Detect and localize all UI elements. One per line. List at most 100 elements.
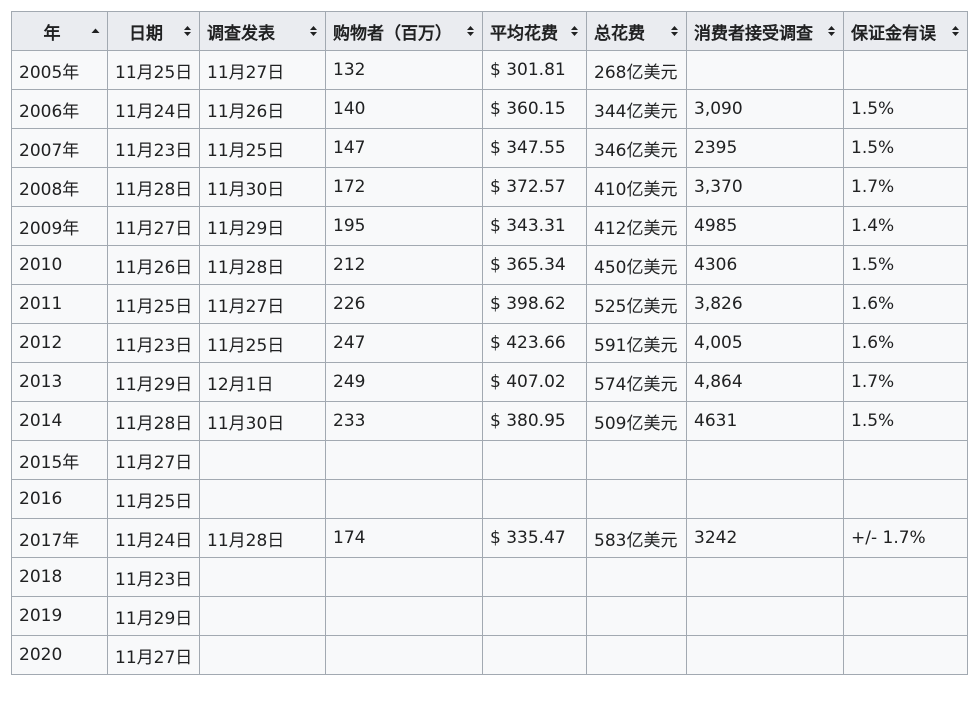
column-header-label: 平均花费 (490, 23, 558, 44)
cell-year: 2014 (11, 401, 108, 441)
cell-consumers-surveyed: 3,370 (686, 167, 844, 207)
cell-shoppers: 212 (325, 245, 483, 285)
sort-both-icon[interactable] (670, 24, 679, 38)
cell-margin-of-error: 1.6% (843, 323, 968, 363)
cell-shoppers: 174 (325, 518, 483, 558)
cell-year: 2017年 (11, 518, 108, 558)
cell-year: 2016 (11, 479, 108, 519)
cell-shoppers (325, 440, 483, 480)
cell-avg-spend: $ 398.62 (482, 284, 587, 324)
cell-margin-of-error (843, 635, 968, 675)
cell-year: 2007年 (11, 128, 108, 168)
cell-shoppers: 247 (325, 323, 483, 363)
table-row: 2017年 11月24日 11月28日 174 $ 335.47 583亿美元 3242 +/… (11, 518, 968, 558)
cell-consumers-surveyed (686, 440, 844, 480)
cell-total-spend: 344亿美元 (586, 89, 687, 129)
cell-total-spend: 410亿美元 (586, 167, 687, 207)
cell-date: 11月25日 (107, 50, 200, 90)
cell-date: 11月29日 (107, 362, 200, 402)
cell-avg-spend: $ 343.31 (482, 206, 587, 246)
sort-both-icon[interactable] (827, 24, 836, 38)
table-row: 2014 11月28日 11月30日 233 $ 380.95 509亿美元 4631 1.5… (11, 401, 968, 441)
sort-both-icon[interactable] (309, 24, 318, 38)
table-header-row: 年 日期 调查发表 购物者（百万） 平均花费 总花费 消费者接受调查 保证金有误 (11, 11, 968, 51)
cell-date: 11月27日 (107, 635, 200, 675)
cell-avg-spend: $ 335.47 (482, 518, 587, 558)
column-header-shoppers[interactable]: 购物者（百万） (325, 11, 483, 51)
cell-year: 2020 (11, 635, 108, 675)
cell-date: 11月24日 (107, 518, 200, 558)
cell-survey-published: 11月25日 (199, 323, 326, 363)
cell-avg-spend (482, 596, 587, 636)
cell-date: 11月23日 (107, 323, 200, 363)
column-header-total-spend[interactable]: 总花费 (586, 11, 687, 51)
column-header-consumers-surveyed[interactable]: 消费者接受调查 (686, 11, 844, 51)
column-header-margin-of-error[interactable]: 保证金有误 (843, 11, 968, 51)
cell-avg-spend (482, 479, 587, 519)
cell-shoppers (325, 596, 483, 636)
cell-consumers-surveyed: 3,090 (686, 89, 844, 129)
sort-both-icon[interactable] (183, 24, 192, 38)
cell-date: 11月28日 (107, 401, 200, 441)
cell-consumers-surveyed: 4631 (686, 401, 844, 441)
table-row: 2007年 11月23日 11月25日 147 $ 347.55 346亿美元 2395 1.… (11, 128, 968, 168)
cell-consumers-surveyed: 4,005 (686, 323, 844, 363)
cell-total-spend: 450亿美元 (586, 245, 687, 285)
cell-total-spend: 412亿美元 (586, 206, 687, 246)
cell-date: 11月23日 (107, 128, 200, 168)
cell-shoppers: 195 (325, 206, 483, 246)
cell-total-spend (586, 596, 687, 636)
cell-avg-spend: $ 380.95 (482, 401, 587, 441)
cell-survey-published: 12月1日 (199, 362, 326, 402)
cell-avg-spend: $ 360.15 (482, 89, 587, 129)
cell-survey-published: 11月27日 (199, 50, 326, 90)
cell-avg-spend: $ 301.81 (482, 50, 587, 90)
cell-shoppers: 226 (325, 284, 483, 324)
cell-year: 2006年 (11, 89, 108, 129)
cell-survey-published: 11月30日 (199, 401, 326, 441)
sort-both-icon[interactable] (466, 24, 475, 38)
table-row: 2018 11月23日 (11, 557, 968, 597)
cell-consumers-surveyed (686, 596, 844, 636)
sort-ascending-icon[interactable] (91, 24, 100, 38)
column-header-avg-spend[interactable]: 平均花费 (482, 11, 587, 51)
cell-total-spend: 268亿美元 (586, 50, 687, 90)
cell-consumers-surveyed (686, 557, 844, 597)
cell-total-spend: 346亿美元 (586, 128, 687, 168)
cell-date: 11月27日 (107, 206, 200, 246)
cell-date: 11月25日 (107, 284, 200, 324)
cell-survey-published (199, 596, 326, 636)
cell-margin-of-error: 1.4% (843, 206, 968, 246)
column-header-date[interactable]: 日期 (107, 11, 200, 51)
cell-survey-published: 11月28日 (199, 518, 326, 558)
table-row: 2015年 11月27日 (11, 440, 968, 480)
sort-both-icon[interactable] (570, 24, 579, 38)
cell-margin-of-error (843, 596, 968, 636)
table-row: 2006年 11月24日 11月26日 140 $ 360.15 344亿美元 3,090 1… (11, 89, 968, 129)
column-header-survey-published[interactable]: 调查发表 (199, 11, 326, 51)
sort-both-icon[interactable] (951, 24, 960, 38)
cell-total-spend (586, 557, 687, 597)
cell-year: 2018 (11, 557, 108, 597)
column-header-year[interactable]: 年 (11, 11, 108, 51)
cell-shoppers: 172 (325, 167, 483, 207)
cell-shoppers: 233 (325, 401, 483, 441)
cell-consumers-surveyed: 3242 (686, 518, 844, 558)
cell-margin-of-error: 1.5% (843, 245, 968, 285)
cell-date: 11月29日 (107, 596, 200, 636)
cell-consumers-surveyed (686, 479, 844, 519)
cell-consumers-surveyed: 3,826 (686, 284, 844, 324)
cell-shoppers (325, 557, 483, 597)
cell-date: 11月23日 (107, 557, 200, 597)
cell-survey-published: 11月30日 (199, 167, 326, 207)
cell-date: 11月27日 (107, 440, 200, 480)
cell-avg-spend: $ 365.34 (482, 245, 587, 285)
cell-margin-of-error: 1.5% (843, 401, 968, 441)
table-row: 2009年 11月27日 11月29日 195 $ 343.31 412亿美元 4985 1.… (11, 206, 968, 246)
cell-date: 11月25日 (107, 479, 200, 519)
cell-consumers-surveyed (686, 50, 844, 90)
data-table: 年日期 调查发表 购物者（百万） 平均花费 总花费 消费者接受调查 保证金有误 2005年 1… (11, 11, 968, 675)
table-body: 2005年 11月25日 11月27日 132 $ 301.81 268亿美元 2006年 1… (11, 50, 968, 675)
cell-total-spend: 509亿美元 (586, 401, 687, 441)
cell-avg-spend: $ 347.55 (482, 128, 587, 168)
